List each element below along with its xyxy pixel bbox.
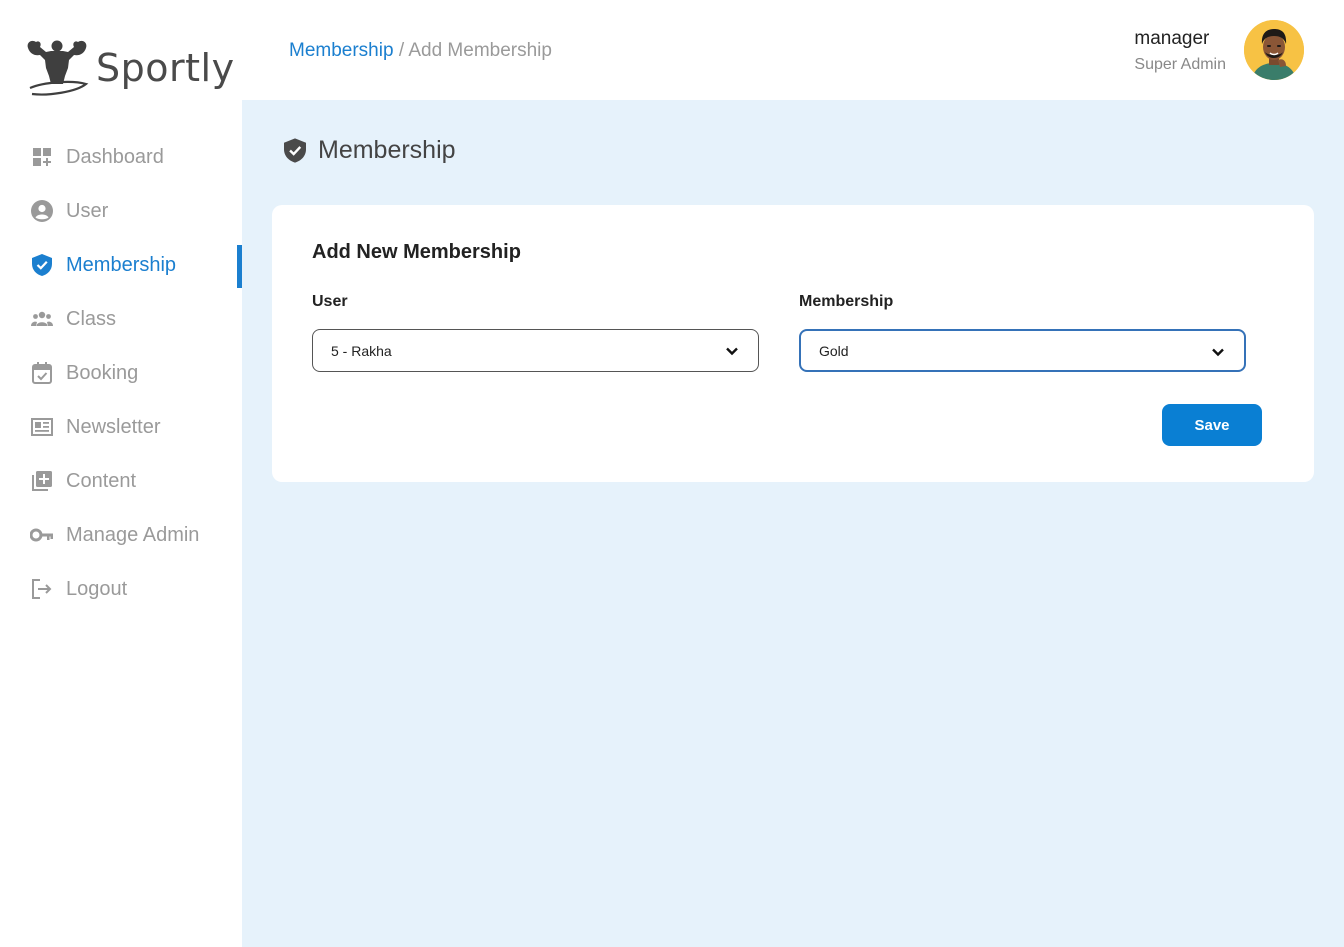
sidebar-item-class[interactable]: Class	[0, 292, 242, 346]
group-icon	[30, 307, 54, 331]
page-heading: Membership	[284, 136, 456, 165]
breadcrumb-parent-link[interactable]: Membership	[289, 40, 394, 61]
breadcrumb-current: Add Membership	[408, 40, 552, 61]
user-field-label: User	[312, 293, 348, 310]
sidebar-item-user[interactable]: User	[0, 184, 242, 238]
user-role: Super Admin	[1134, 56, 1226, 73]
strongman-logo-icon	[27, 40, 89, 96]
sidebar-item-label: Dashboard	[66, 145, 164, 168]
key-icon	[30, 523, 54, 547]
sidebar-item-label: Membership	[66, 253, 177, 276]
chevron-down-icon	[726, 347, 738, 356]
chevron-down-icon	[1212, 348, 1224, 357]
user-select[interactable]: 5 - Rakha	[312, 329, 759, 372]
user-select-value: 5 - Rakha	[331, 342, 392, 359]
top-bar: Membership / Add Membership manager Supe…	[242, 0, 1344, 100]
sidebar-item-logout[interactable]: Logout	[0, 562, 242, 616]
sidebar-item-label: Content	[66, 469, 137, 492]
membership-select[interactable]: Gold	[799, 329, 1246, 372]
sidebar-item-label: Logout	[66, 577, 128, 600]
newspaper-icon	[30, 415, 54, 439]
user-name: manager	[1134, 28, 1210, 49]
logout-icon	[30, 577, 54, 601]
breadcrumb: Membership / Add Membership	[289, 40, 552, 62]
dashboard-icon	[30, 145, 54, 169]
shield-check-icon	[30, 253, 54, 277]
sidebar-item-content[interactable]: Content	[0, 454, 242, 508]
sidebar-item-manage-admin[interactable]: Manage Admin	[0, 508, 242, 562]
sidebar-item-label: Newsletter	[66, 415, 161, 438]
user-circle-icon	[30, 199, 54, 223]
sidebar-item-membership[interactable]: Membership	[0, 238, 242, 292]
membership-select-value: Gold	[819, 342, 849, 359]
calendar-check-icon	[30, 361, 54, 385]
sidebar-nav: Dashboard User Membership Class Booking	[0, 130, 242, 616]
app-logo[interactable]: Sportly	[24, 38, 235, 98]
sidebar-item-label: Class	[66, 307, 117, 330]
sidebar-item-label: Manage Admin	[66, 523, 200, 546]
sidebar-item-newsletter[interactable]: Newsletter	[0, 400, 242, 454]
app-name: Sportly	[96, 46, 235, 90]
sidebar-item-booking[interactable]: Booking	[0, 346, 242, 400]
sidebar-item-label: User	[66, 199, 109, 222]
sidebar-item-label: Booking	[66, 361, 139, 384]
shield-check-icon	[284, 138, 306, 163]
page-title: Membership	[318, 136, 456, 164]
person-avatar-icon	[1244, 20, 1304, 80]
save-button[interactable]: Save	[1162, 404, 1262, 446]
breadcrumb-separator: /	[398, 40, 405, 61]
sidebar: Sportly Dashboard User Membership Class	[0, 0, 242, 947]
membership-field-label: Membership	[799, 293, 894, 310]
avatar[interactable]	[1244, 20, 1304, 80]
add-content-icon	[30, 469, 54, 493]
main-content: Membership Add New Membership User 5 - R…	[242, 100, 1344, 947]
card-title: Add New Membership	[312, 241, 521, 263]
user-info[interactable]: manager Super Admin	[1134, 28, 1226, 74]
sidebar-item-dashboard[interactable]: Dashboard	[0, 130, 242, 184]
add-membership-card: Add New Membership User 5 - Rakha Member…	[272, 205, 1314, 482]
